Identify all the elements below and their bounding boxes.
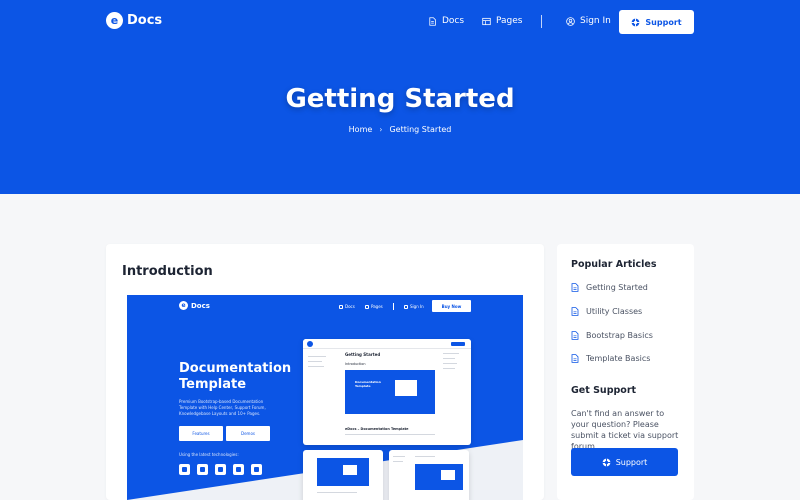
logo[interactable]: e Docs <box>106 12 162 29</box>
nav-link-docs[interactable]: Docs <box>428 16 464 26</box>
nav-link-pages[interactable]: Pages <box>482 16 522 26</box>
article-link-label: Template Basics <box>586 354 651 363</box>
preview-nav-divider <box>393 303 394 310</box>
shot-banner <box>415 464 463 490</box>
document-icon <box>571 307 579 316</box>
preview-description: Premium Bootstrap-based Documentation Te… <box>179 399 266 416</box>
support-button-label: Support <box>645 17 682 27</box>
preview-tech-label: Using the latest technologies: <box>179 452 239 457</box>
shot-banner <box>345 370 435 414</box>
preview-nav-signin: Sign In <box>404 304 424 309</box>
preview-screenshot-main: Getting Started Introduction Documentati… <box>303 339 471 445</box>
shot-caption: eDocs – Documentation Template <box>345 427 409 431</box>
hero-banner: e Docs Docs Pages Sign In Support Gettin… <box>0 0 800 194</box>
shot-line <box>317 492 357 494</box>
breadcrumb-separator: › <box>379 125 383 134</box>
shot-button <box>451 342 465 346</box>
shot-banner-title: Documentation Template <box>355 380 381 388</box>
layout-icon <box>365 304 369 309</box>
breadcrumb-home[interactable]: Home <box>349 125 373 134</box>
tech-icon <box>233 464 244 475</box>
preview-nav-label: Docs <box>345 304 355 309</box>
section-title: Introduction <box>122 264 213 279</box>
shot-line <box>345 434 435 436</box>
shot-logo <box>307 341 313 347</box>
tech-icon <box>197 464 208 475</box>
shot-line <box>415 456 435 458</box>
article-link-label: Utility Classes <box>586 307 643 316</box>
nav-link-label: Pages <box>496 16 523 26</box>
preview-screenshot-small <box>303 450 383 500</box>
user-icon <box>566 16 575 26</box>
tech-icon <box>251 464 262 475</box>
lifebuoy-icon <box>632 18 640 26</box>
article-link-label: Getting Started <box>586 283 648 292</box>
sidebar-support-button[interactable]: Support <box>571 448 678 476</box>
article-link[interactable]: Bootstrap Basics <box>571 331 653 340</box>
document-icon <box>429 16 436 26</box>
shot-header <box>303 339 471 349</box>
document-icon <box>339 304 343 309</box>
sign-in-link[interactable]: Sign In <box>566 16 611 26</box>
preview-buy-button: Buy Now <box>432 300 471 312</box>
document-icon <box>571 331 579 340</box>
article-link[interactable]: Getting Started <box>571 283 648 292</box>
page-title: Getting Started <box>285 84 515 114</box>
sidebar-support-label: Support <box>615 457 648 467</box>
nav-link-label: Docs <box>442 16 465 26</box>
preview-logo: e Docs <box>179 301 210 310</box>
shot-line <box>308 356 326 358</box>
shot-line <box>393 456 405 458</box>
preview-screenshot-small <box>389 450 469 500</box>
template-preview-image: e Docs Docs Pages Sign In Buy Now Docume… <box>127 295 523 500</box>
shot-line <box>443 363 457 365</box>
shot-banner-image <box>441 470 455 480</box>
nav-divider <box>541 15 542 28</box>
shot-subtitle: Introduction <box>345 362 366 366</box>
breadcrumb: Home › Getting Started <box>0 125 800 134</box>
shot-banner-image <box>395 380 417 396</box>
preview-nav-label: Sign In <box>410 304 424 309</box>
support-description: Can't find an answer to your question? P… <box>571 409 679 451</box>
preview-nav-pages: Pages <box>365 304 383 309</box>
popular-articles-title: Popular Articles <box>571 259 657 270</box>
shot-banner-image <box>343 465 357 475</box>
article-card: Introduction e Docs Docs Pages Sign In B… <box>106 244 544 500</box>
preview-demos-button: Demos <box>226 426 270 441</box>
article-link-label: Bootstrap Basics <box>586 331 653 340</box>
preview-nav-docs: Docs <box>339 304 355 309</box>
logo-text: Docs <box>127 13 163 28</box>
document-icon <box>571 354 579 363</box>
shot-title: Getting Started <box>345 352 381 357</box>
get-support-title: Get Support <box>571 385 637 396</box>
logo-mark: e <box>106 12 123 29</box>
preview-logo-mark: e <box>179 301 188 310</box>
shot-line <box>443 353 459 355</box>
document-icon <box>571 283 579 292</box>
support-button[interactable]: Support <box>619 10 694 34</box>
breadcrumb-current: Getting Started <box>389 125 452 134</box>
shot-line <box>308 366 324 368</box>
article-link[interactable]: Utility Classes <box>571 307 642 316</box>
lifebuoy-icon <box>602 458 611 466</box>
layout-icon <box>482 17 491 25</box>
tech-icon <box>179 464 190 475</box>
preview-nav-label: Pages <box>371 304 383 309</box>
preview-features-button: Features <box>179 426 223 441</box>
shot-line <box>393 461 403 463</box>
sidebar-card: Popular Articles Getting Started Utility… <box>557 244 694 500</box>
sign-in-label: Sign In <box>580 16 611 26</box>
tech-icon <box>215 464 226 475</box>
preview-logo-text: Docs <box>191 301 210 310</box>
shot-line <box>443 368 455 370</box>
preview-title: Documentation Template <box>179 361 292 392</box>
shot-line <box>443 358 455 360</box>
shot-line <box>308 361 322 363</box>
article-link[interactable]: Template Basics <box>571 354 650 363</box>
user-icon <box>404 304 408 309</box>
